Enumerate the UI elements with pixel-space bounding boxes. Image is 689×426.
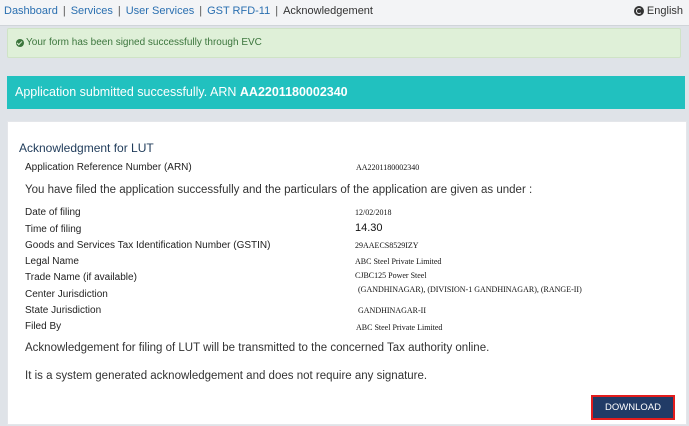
- breadcrumb-services[interactable]: Services: [71, 5, 113, 17]
- breadcrumb-user-services[interactable]: User Services: [126, 5, 194, 17]
- breadcrumb-separator: |: [62, 5, 66, 17]
- center-jurisdiction-value: (GANDHINAGAR), (DIVISION-1 GANDHINAGAR),…: [358, 285, 582, 294]
- arn-value: AA2201180002340: [356, 163, 420, 172]
- alert-message: Your form has been signed successfully t…: [26, 37, 262, 48]
- date-of-filing-value: 12/02/2018: [355, 208, 392, 217]
- center-jurisdiction-label: Center Jurisdiction: [25, 289, 108, 300]
- date-of-filing-label: Date of filing: [25, 207, 81, 218]
- filed-by-label: Filed By: [25, 321, 62, 332]
- trade-name-label: Trade Name (if available): [25, 272, 137, 283]
- breadcrumb-separator: |: [199, 5, 203, 17]
- top-bar: Dashboard | Services | User Services | GST RFD…: [0, 0, 689, 26]
- banner-arn: AA2201180002340: [239, 85, 348, 99]
- breadcrumb-gst-rfd-11[interactable]: GST RFD-11: [207, 5, 270, 17]
- time-of-filing-value: 14.30: [355, 222, 383, 234]
- gstin-value: 29AAECS8529IZY: [355, 241, 419, 250]
- submission-banner: Application submitted successfully. ARN …: [7, 76, 685, 109]
- success-alert: Your form has been signed successfully t…: [7, 28, 681, 58]
- legal-name-value: ABC Steel Private Limited: [355, 257, 442, 266]
- check-circle-icon: [16, 38, 24, 47]
- intro-text: You have filed the application successfu…: [25, 184, 533, 196]
- system-generated-note: It is a system generated acknowledgement…: [25, 370, 428, 382]
- language-label: English: [646, 5, 683, 17]
- breadcrumb: Dashboard | Services | User Services | GST RFD…: [4, 5, 373, 17]
- breadcrumb-current: Acknowledgement: [283, 5, 373, 17]
- time-of-filing-label: Time of filing: [25, 224, 82, 235]
- trade-name-value: CJBC125 Power Steel: [355, 271, 427, 280]
- gstin-label: Goods and Services Tax Identification Nu…: [25, 240, 271, 251]
- breadcrumb-separator: |: [275, 5, 279, 17]
- state-jurisdiction-label: State Jurisdiction: [25, 305, 102, 316]
- breadcrumb-dashboard[interactable]: Dashboard: [4, 5, 58, 17]
- filed-by-value: ABC Steel Private Limited: [356, 323, 443, 332]
- breadcrumb-separator: |: [117, 5, 121, 17]
- globe-icon: [633, 6, 644, 16]
- legal-name-label: Legal Name: [25, 256, 79, 267]
- banner-message: Application submitted successfully. ARN: [15, 85, 237, 99]
- language-selector[interactable]: English: [633, 5, 683, 17]
- state-jurisdiction-value: GANDHINAGAR-II: [358, 306, 426, 315]
- download-button[interactable]: DOWNLOAD: [591, 395, 675, 420]
- arn-label: Application Reference Number (ARN): [25, 162, 192, 173]
- transmission-note: Acknowledgement for filing of LUT will b…: [25, 342, 490, 354]
- acknowledgement-title: Acknowledgment for LUT: [19, 141, 154, 155]
